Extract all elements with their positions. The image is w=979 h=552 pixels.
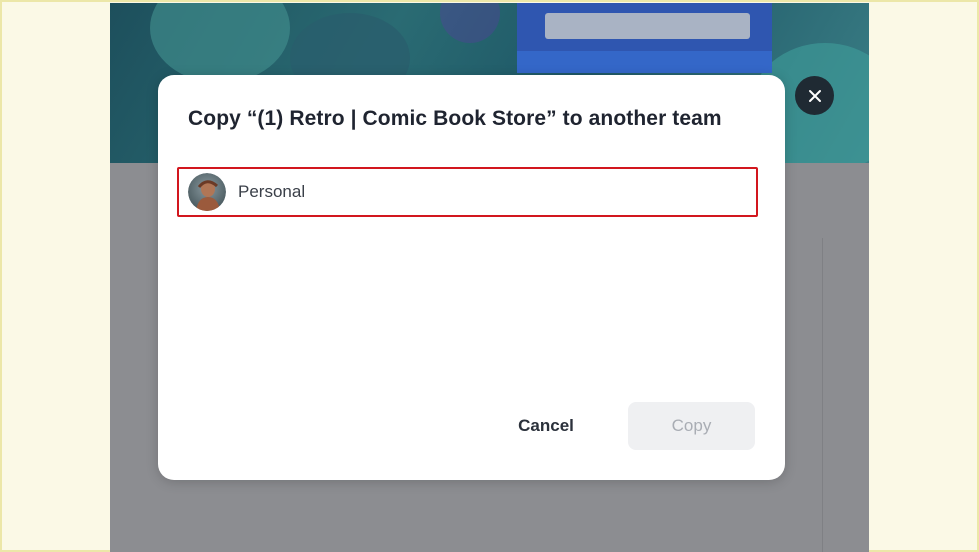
- copy-button[interactable]: Copy: [628, 402, 755, 450]
- copy-to-team-dialog: Copy “(1) Retro | Comic Book Store” to a…: [158, 75, 785, 480]
- team-option-label: Personal: [238, 182, 306, 201]
- cancel-button[interactable]: Cancel: [496, 402, 596, 450]
- user-avatar-icon: [188, 173, 226, 211]
- team-option-personal[interactable]: Personal: [177, 167, 758, 217]
- close-button[interactable]: [795, 76, 834, 115]
- dialog-title: Copy “(1) Retro | Comic Book Store” to a…: [188, 107, 722, 130]
- close-icon: [808, 89, 821, 102]
- avatar: [188, 173, 226, 211]
